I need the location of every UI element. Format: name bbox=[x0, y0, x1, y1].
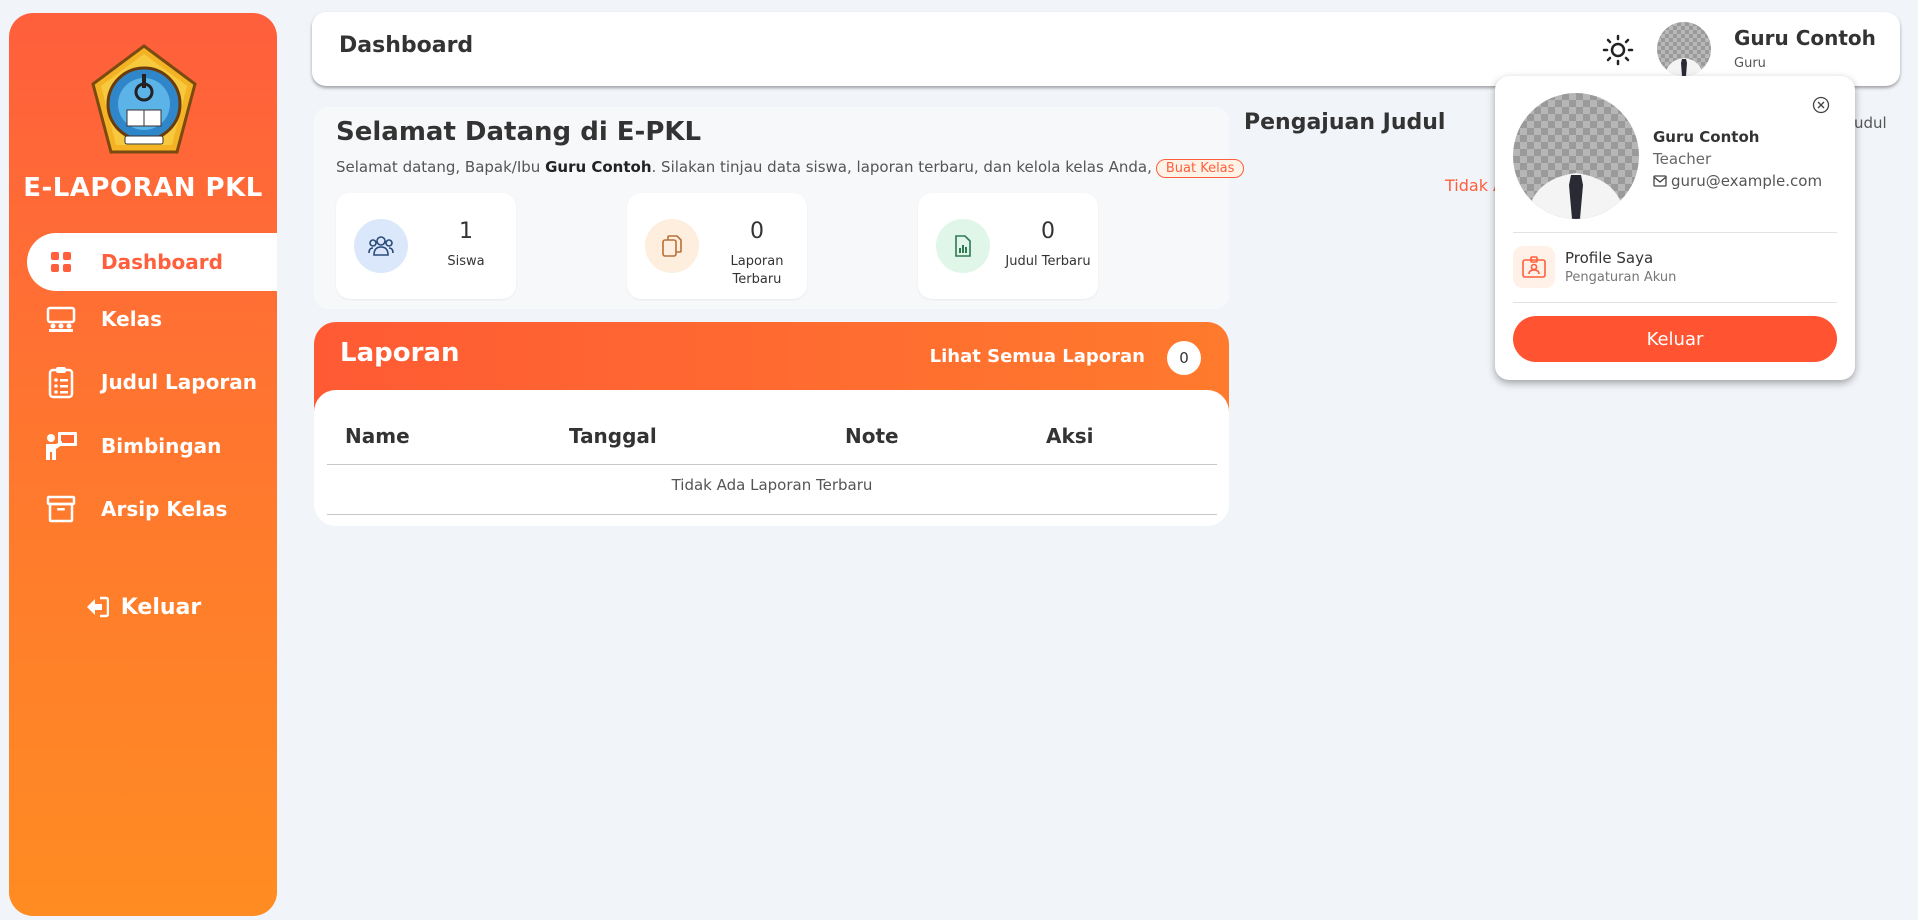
header-user-name: Guru Contoh bbox=[1734, 26, 1876, 50]
pengajuan-view-all-link[interactable]: udul bbox=[1854, 114, 1887, 132]
copy-documents-icon bbox=[645, 219, 699, 273]
table-empty-message: Tidak Ada Laporan Terbaru bbox=[671, 476, 873, 494]
id-card-icon bbox=[1513, 246, 1555, 288]
sidebar-item-label: Arsip Kelas bbox=[101, 497, 228, 521]
stat-label: Judul Terbaru bbox=[1005, 254, 1091, 269]
sidebar: E-LAPORAN PKL Dashboard Kelas Judul Lapo… bbox=[9, 13, 277, 916]
column-header-name: Name bbox=[345, 424, 410, 448]
popup-divider bbox=[1513, 302, 1837, 303]
popup-user-email: guru@example.com bbox=[1653, 172, 1822, 190]
menu-item-title: Profile Saya bbox=[1565, 249, 1654, 267]
column-header-tanggal: Tanggal bbox=[569, 424, 657, 448]
pengajuan-judul-title: Pengajuan Judul bbox=[1244, 110, 1446, 135]
avatar bbox=[1513, 93, 1639, 219]
stat-card-laporan-terbaru: 0 Laporan Terbaru bbox=[627, 193, 807, 299]
sidebar-logout-button[interactable]: Keluar bbox=[9, 587, 277, 627]
profile-settings-menu-item[interactable]: Profile Saya Pengaturan Akun bbox=[1513, 240, 1837, 294]
welcome-text-after: . Silakan tinjau data siswa, laporan ter… bbox=[651, 158, 1152, 176]
avatar[interactable] bbox=[1657, 22, 1711, 76]
welcome-text: Selamat datang, Bapak/Ibu Guru Contoh. S… bbox=[336, 158, 1245, 178]
stat-value: 1 bbox=[459, 219, 473, 244]
header-user-role: Guru bbox=[1734, 56, 1766, 71]
app-brand: E-LAPORAN PKL bbox=[23, 173, 263, 203]
grid-icon bbox=[43, 244, 79, 280]
column-header-note: Note bbox=[845, 424, 899, 448]
welcome-text-before: Selamat datang, Bapak/Ibu bbox=[336, 158, 546, 176]
stat-card-siswa: 1 Siswa bbox=[336, 193, 516, 299]
stat-label: Laporan Terbaru bbox=[730, 254, 784, 287]
file-chart-icon bbox=[936, 219, 990, 273]
teacher-board-icon bbox=[43, 428, 79, 464]
logout-button[interactable]: Keluar bbox=[1513, 316, 1837, 362]
view-all-reports-link[interactable]: Lihat Semua Laporan bbox=[930, 346, 1145, 367]
sidebar-item-label: Dashboard bbox=[101, 250, 223, 274]
create-class-button[interactable]: Buat Kelas bbox=[1155, 159, 1245, 178]
top-header: Dashboard Guru Contoh Guru bbox=[312, 12, 1900, 86]
popup-user-role: Teacher bbox=[1653, 150, 1712, 168]
sidebar-item-label: Bimbingan bbox=[101, 434, 222, 458]
menu-item-subtitle: Pengaturan Akun bbox=[1565, 270, 1677, 285]
sidebar-item-judul-laporan[interactable]: Judul Laporan bbox=[27, 353, 277, 411]
users-icon bbox=[354, 219, 408, 273]
welcome-title: Selamat Datang di E-PKL bbox=[336, 117, 702, 147]
laporan-table: Name Tanggal Note Aksi Tidak Ada Laporan… bbox=[314, 390, 1229, 526]
welcome-user-name: Guru Contoh bbox=[545, 158, 652, 176]
close-icon[interactable] bbox=[1812, 96, 1830, 114]
sidebar-item-arsip-kelas[interactable]: Arsip Kelas bbox=[27, 480, 277, 538]
clipboard-list-icon bbox=[43, 364, 79, 400]
popup-divider bbox=[1513, 232, 1837, 233]
laporan-card: Laporan Lihat Semua Laporan 0 Name Tangg… bbox=[314, 322, 1229, 526]
stat-label: Siswa bbox=[447, 254, 485, 269]
laporan-title: Laporan bbox=[340, 338, 460, 368]
sign-out-icon bbox=[85, 596, 109, 618]
table-divider bbox=[327, 464, 1217, 465]
sidebar-item-bimbingan[interactable]: Bimbingan bbox=[27, 417, 277, 475]
welcome-card: Selamat Datang di E-PKL Selamat datang, … bbox=[314, 107, 1245, 309]
email-text: guru@example.com bbox=[1671, 172, 1823, 190]
profile-dropdown: Guru Contoh Teacher guru@example.com Pro… bbox=[1495, 76, 1855, 380]
stat-card-judul-terbaru: 0 Judul Terbaru bbox=[918, 193, 1098, 299]
school-logo bbox=[89, 44, 199, 156]
table-divider bbox=[327, 514, 1217, 515]
envelope-icon bbox=[1653, 175, 1667, 187]
sun-icon[interactable] bbox=[1602, 34, 1634, 66]
sidebar-item-dashboard[interactable]: Dashboard bbox=[27, 233, 277, 291]
logout-label: Keluar bbox=[120, 594, 202, 620]
column-header-aksi: Aksi bbox=[1046, 424, 1094, 448]
popup-user-name: Guru Contoh bbox=[1653, 128, 1760, 146]
sidebar-item-label: Kelas bbox=[101, 307, 162, 331]
archive-box-icon bbox=[43, 491, 79, 527]
page-title: Dashboard bbox=[339, 33, 474, 58]
sidebar-item-kelas[interactable]: Kelas bbox=[27, 290, 277, 348]
reports-count-badge: 0 bbox=[1167, 341, 1201, 375]
sidebar-item-label: Judul Laporan bbox=[101, 370, 257, 394]
classroom-icon bbox=[43, 301, 79, 337]
stat-value: 0 bbox=[1041, 219, 1055, 244]
stat-value: 0 bbox=[750, 219, 764, 244]
